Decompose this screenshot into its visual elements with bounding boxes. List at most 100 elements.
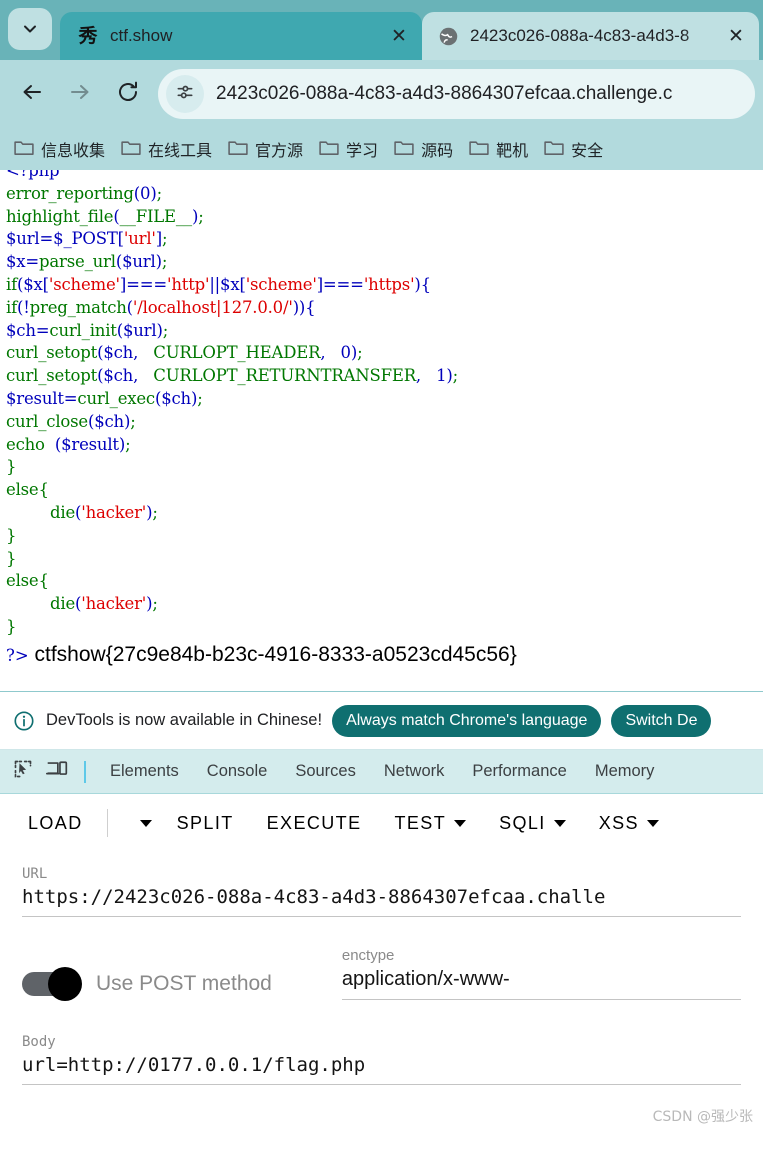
cn-xiu-mark-icon: 秀: [78, 24, 98, 47]
arrow-left-icon: [20, 80, 44, 109]
url-field-group: URL https://2423c026-088a-4c83-a4d3-8864…: [0, 866, 763, 917]
code-token: curl_close: [6, 411, 88, 431]
code-token: ;: [452, 366, 459, 386]
code-token: ,: [320, 343, 341, 363]
devtools-tab-performance[interactable]: Performance: [458, 762, 580, 781]
code-line: $x=parse_url($url);: [6, 251, 757, 274]
folder-icon: [121, 138, 141, 161]
bookmark-folder[interactable]: 在线工具: [113, 133, 220, 165]
chevron-down-icon: [553, 819, 566, 827]
code-token: $x: [6, 252, 26, 272]
info-circle-icon: [12, 709, 36, 733]
back-button[interactable]: [8, 70, 56, 118]
devtools-tab-console[interactable]: Console: [193, 762, 282, 781]
bookmark-label: 信息收集: [41, 141, 106, 160]
chevron-down-icon: [139, 819, 152, 827]
code-line: }: [6, 616, 757, 639]
hackbar-toolbar: LOAD SPLIT EXECUTE TEST SQLI XSS: [0, 794, 763, 852]
url-input[interactable]: https://2423c026-088a-4c83-a4d3-8864307e…: [22, 886, 741, 917]
code-line: die('hacker');: [6, 502, 757, 525]
bookmark-label: 学习: [346, 141, 379, 160]
body-field-group: Body url=http://0177.0.0.1/flag.php: [0, 1034, 763, 1085]
reload-button[interactable]: [104, 70, 152, 118]
switch-devtools-language-button[interactable]: Switch De: [611, 704, 712, 737]
address-bar-text: 2423c026-088a-4c83-a4d3-8864307efcaa.cha…: [216, 83, 673, 104]
bookmark-folder[interactable]: 官方源: [220, 133, 311, 165]
code-token: ;: [198, 206, 204, 226]
code-token: (: [44, 434, 62, 454]
site-settings-button[interactable]: [166, 75, 204, 113]
code-token: ,: [133, 343, 154, 363]
inspect-element-button[interactable]: [6, 755, 40, 789]
code-token: ,: [415, 366, 437, 386]
bookmarks-bar: 信息收集 在线工具 官方源 学习 源码 靶机 安全: [0, 128, 763, 170]
bookmark-folder[interactable]: 源码: [386, 133, 461, 165]
use-post-method-toggle[interactable]: Use POST method: [22, 967, 272, 1001]
code-line: else{: [6, 570, 757, 593]
load-button[interactable]: LOAD: [22, 813, 89, 834]
device-toolbar-icon: [46, 759, 68, 784]
bookmark-folder[interactable]: 安全: [536, 133, 611, 165]
bookmark-folder[interactable]: 靶机: [461, 133, 536, 165]
bookmark-label: 在线工具: [148, 141, 213, 160]
code-line: curl_setopt($ch, CURLOPT_HEADER, 0);: [6, 342, 757, 365]
devtools-tab-network[interactable]: Network: [370, 762, 459, 781]
code-token: curl_setopt: [6, 343, 98, 363]
code-token: $x: [23, 274, 43, 294]
sqli-menu-button[interactable]: SQLI: [493, 813, 572, 834]
bookmark-folder[interactable]: 信息收集: [6, 133, 113, 165]
device-toolbar-button[interactable]: [40, 755, 74, 789]
close-icon[interactable]: ✕: [386, 23, 412, 49]
execute-button[interactable]: EXECUTE: [261, 813, 368, 834]
code-line: curl_close($ch);: [6, 411, 757, 434]
code-token: 'scheme': [245, 274, 317, 294]
code-token: =: [35, 320, 50, 340]
split-button[interactable]: SPLIT: [171, 813, 240, 834]
devtools-tab-elements[interactable]: Elements: [96, 762, 193, 781]
folder-icon: [14, 138, 34, 161]
bookmark-label: 源码: [421, 141, 454, 160]
tab-title: ctf.show: [110, 26, 173, 45]
toolbar-divider: [84, 760, 86, 783]
browser-tab-challenge[interactable]: 2423c026-088a-4c83-a4d3-8 ✕: [422, 12, 759, 60]
browser-tab-ctfshow[interactable]: 秀 ctf.show ✕: [60, 12, 422, 60]
code-token: CURLOPT_HEADER: [153, 343, 321, 363]
devtools-tab-sources[interactable]: Sources: [281, 762, 370, 781]
test-menu-button[interactable]: TEST: [388, 813, 472, 834]
tab-title: 2423c026-088a-4c83-a4d3-8: [470, 26, 690, 45]
forward-button[interactable]: [56, 70, 104, 118]
folder-icon: [228, 138, 248, 161]
code-line: }: [6, 548, 757, 571]
body-input[interactable]: url=http://0177.0.0.1/flag.php: [22, 1054, 741, 1085]
close-icon[interactable]: ✕: [723, 23, 749, 49]
code-token: $url: [122, 252, 156, 272]
code-token: {: [38, 480, 49, 500]
code-token: curl_init: [49, 320, 117, 340]
code-token: $_POST: [53, 229, 118, 249]
always-match-language-button[interactable]: Always match Chrome's language: [332, 704, 602, 737]
code-token: ||: [209, 274, 221, 294]
code-token: error_reporting: [6, 183, 134, 203]
xss-menu-button[interactable]: XSS: [593, 813, 665, 834]
bookmark-folder[interactable]: 学习: [311, 133, 386, 165]
code-token: =: [63, 388, 78, 408]
load-dropdown-button[interactable]: [126, 819, 158, 827]
code-token: $url: [6, 229, 40, 249]
code-token: if: [6, 274, 17, 294]
code-token: 'http': [167, 274, 210, 294]
code-token: }: [6, 525, 17, 545]
chevron-down-icon: [20, 19, 40, 39]
enctype-input[interactable]: application/x-www-: [341, 968, 741, 1000]
code-token: =: [25, 252, 40, 272]
code-token: highlight_file: [6, 206, 114, 226]
sqli-label: SQLI: [499, 812, 546, 833]
address-bar[interactable]: 2423c026-088a-4c83-a4d3-8864307efcaa.cha…: [158, 69, 755, 119]
tab-search-button[interactable]: [8, 8, 52, 50]
code-line: error_reporting(0);: [6, 183, 757, 206]
code-token: ]===: [316, 274, 364, 294]
browser-toolbar: 2423c026-088a-4c83-a4d3-8864307efcaa.cha…: [0, 60, 763, 128]
devtools-tab-memory[interactable]: Memory: [581, 762, 669, 781]
code-token: )): [292, 297, 306, 317]
code-line: highlight_file(__FILE__);: [6, 206, 757, 229]
code-token: echo: [6, 434, 45, 454]
